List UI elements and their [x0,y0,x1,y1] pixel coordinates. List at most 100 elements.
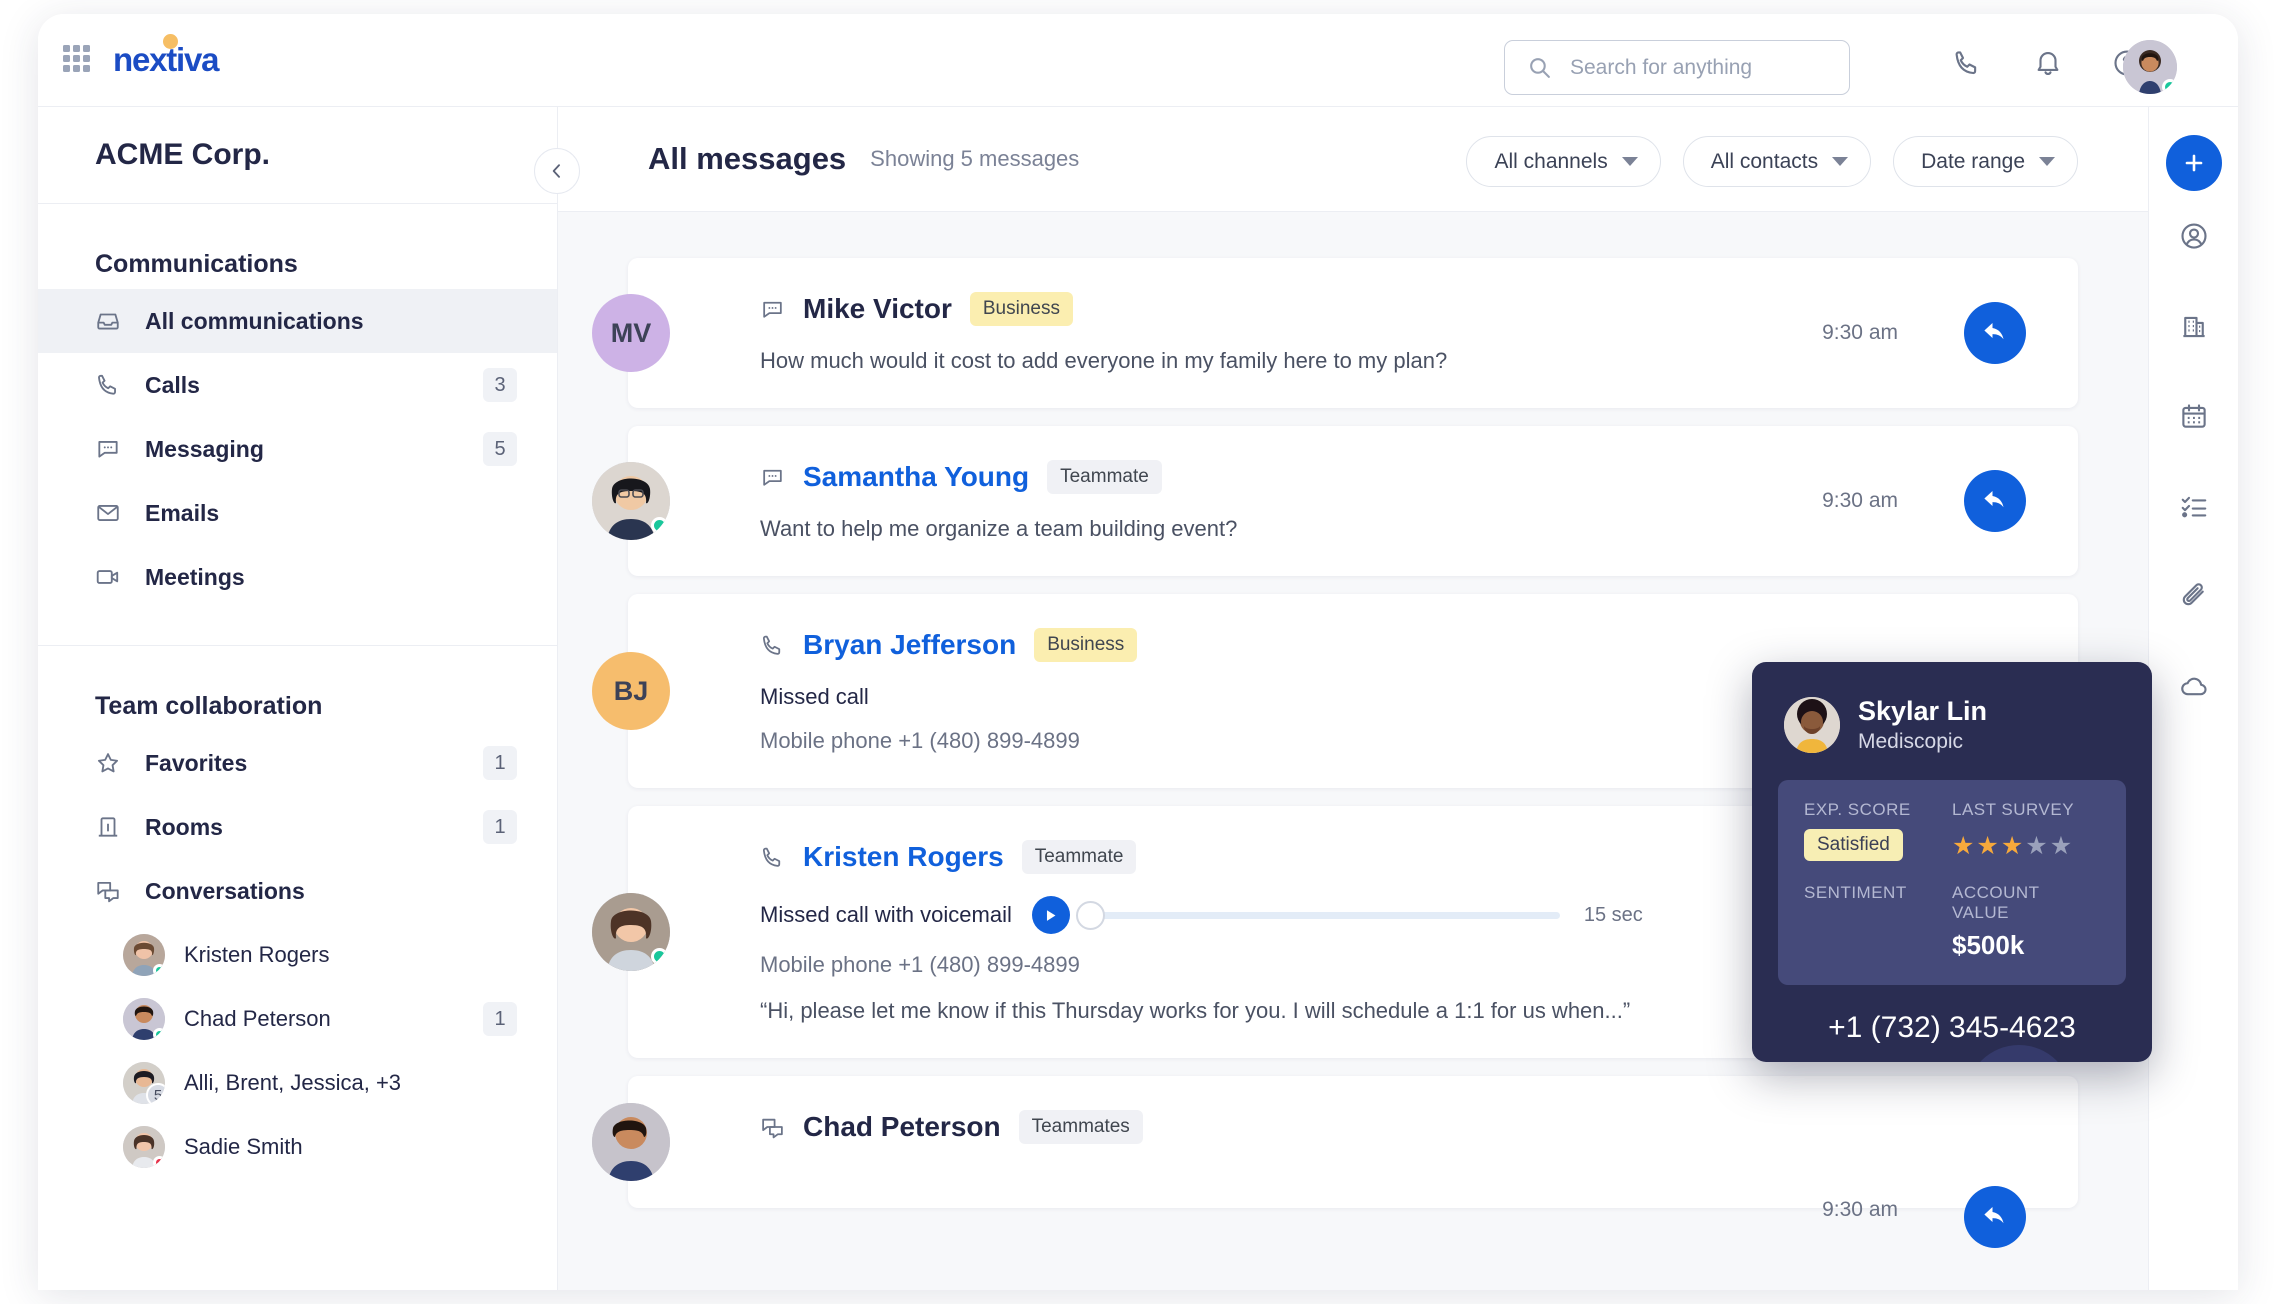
scrubber-handle[interactable] [1075,900,1105,930]
attachment-icon[interactable] [2149,551,2238,641]
avatar [123,934,165,976]
sidebar-item-emails[interactable]: Emails [38,481,557,545]
contact-name[interactable]: Bryan Jefferson [803,629,1016,661]
stat-last-survey: LAST SURVEY ★★★★★ [1952,800,2100,861]
sidebar-badge: 1 [483,746,517,780]
sidebar-item-all-communications[interactable]: All communications [38,289,557,353]
sidebar-badge: 3 [483,368,517,402]
stat-account-value: ACCOUNT VALUE $500k [1952,883,2100,961]
list-item[interactable]: 5 Alli, Brent, Jessica, +3 [38,1051,557,1115]
avatar [1784,697,1840,753]
audio-scrubber[interactable] [1075,900,1560,930]
right-rail [2148,107,2238,1290]
reply-button[interactable] [1964,302,2026,364]
filter-label: All channels [1494,149,1608,173]
star-icon: ★ [2049,832,2075,860]
conversations-icon [95,878,129,904]
sidebar-item-conversations[interactable]: Conversations [38,859,557,923]
avatar-group: 5 [123,1062,165,1104]
page-title: All messages [648,141,847,176]
play-icon [1047,909,1056,921]
contact-name[interactable]: Kristen Rogers [803,841,1004,873]
collapse-sidebar-button[interactable] [534,148,580,194]
table-row[interactable]: Chad Peterson Teammates 9:30 am [592,1076,2078,1248]
timestamp: 9:30 am [1822,489,1898,512]
contact-name[interactable]: Samantha Young [803,461,1029,493]
filter-all-channels[interactable]: All channels [1466,136,1661,187]
logo-dot [163,34,178,49]
contact-name[interactable]: Chad Peterson [803,1111,1001,1143]
list-item[interactable]: Sadie Smith [38,1115,557,1179]
filter-bar: All channels All contacts Date range [1466,136,2078,187]
sidebar-item-label: Meetings [145,563,245,590]
avatar [592,462,670,540]
sidebar-item-favorites[interactable]: Favorites 1 [38,731,557,795]
reply-button[interactable] [1964,1186,2026,1248]
reply-button[interactable] [1964,470,2026,532]
star-icon [95,750,129,776]
table-row[interactable]: MV Mike Victor Business How much would i… [592,258,2078,408]
sidebar-item-messaging[interactable]: Messaging 5 [38,417,557,481]
chat-icon [760,465,785,490]
video-icon [95,564,129,590]
contact-name[interactable]: Mike Victor [803,293,952,325]
table-row[interactable]: Samantha Young Teammate Want to help me … [592,426,2078,576]
sidebar-item-label: Messaging [145,435,264,462]
filter-date-range[interactable]: Date range [1893,136,2078,187]
envelope-icon [95,500,129,526]
chevron-down-icon [1621,157,1638,166]
section-title-communications: Communications [95,250,298,278]
filter-label: Date range [1921,149,2025,173]
caller-phone-number: +1 (732) 345-4623 [1828,1011,2076,1044]
calendar-icon[interactable] [2149,371,2238,461]
avatar [592,893,670,971]
message-preview: Want to help me organize a team building… [760,516,1238,541]
avatar: MV [592,294,670,372]
main-header: All messages Showing 5 messages All chan… [558,107,2148,211]
result-count: Showing 5 messages [870,146,1080,171]
app-window: nextiva Search for anything ACME Corp. C… [38,14,2238,1290]
conversations-icon [760,1115,785,1140]
sidebar-item-label: Emails [145,499,220,526]
reply-icon [1984,1207,2004,1224]
building-icon[interactable] [2149,281,2238,371]
inbox-icon [95,308,129,334]
sidebar-badge: 5 [483,432,517,466]
avatar-initials: BJ [613,675,649,706]
incoming-call-popup[interactable]: Skylar Lin Mediscopic EXP. SCORE Satisfi… [1752,662,2152,1062]
plus-icon [2185,154,2202,172]
sidebar-item-meetings[interactable]: Meetings [38,545,557,609]
filter-all-contacts[interactable]: All contacts [1682,136,1872,187]
list-item[interactable]: Kristen Rogers [38,923,557,987]
search-input[interactable]: Search for anything [1504,40,1850,95]
phone-icon [760,845,785,870]
top-bar: nextiva Search for anything [38,14,2238,107]
call-status: Missed call with voicemail [760,902,1012,927]
avatar [123,998,165,1040]
building-icon [95,814,129,840]
list-item-label: Sadie Smith [184,1134,303,1159]
star-icon: ★ [1976,832,2001,860]
chat-icon [95,436,129,462]
status-badge: Teammate [1021,840,1137,874]
stat-label: LAST SURVEY [1952,800,2075,819]
list-item[interactable]: Chad Peterson 1 [38,987,557,1051]
avatar[interactable] [2123,40,2177,94]
status-dot-online [2162,79,2177,94]
status-dot-online [153,1028,165,1040]
status-dot-busy [153,1156,165,1168]
search-placeholder: Search for anything [1570,55,1753,79]
add-button[interactable] [2165,135,2222,191]
message-preview: How much would it cost to add everyone i… [760,348,1448,373]
sidebar-item-calls[interactable]: Calls 3 [38,353,557,417]
grid-icon[interactable] [63,45,93,75]
contact-icon[interactable] [2149,191,2238,281]
tasks-icon[interactable] [2149,461,2238,551]
phone-icon[interactable] [1952,48,1982,83]
sidebar-item-label: Conversations [145,877,305,904]
stat-label: ACCOUNT VALUE [1952,883,2040,922]
play-button[interactable] [1031,896,1070,934]
cloud-icon[interactable] [2149,641,2238,731]
sidebar-item-rooms[interactable]: Rooms 1 [38,795,557,859]
nextiva-logo[interactable]: nextiva [113,34,220,79]
